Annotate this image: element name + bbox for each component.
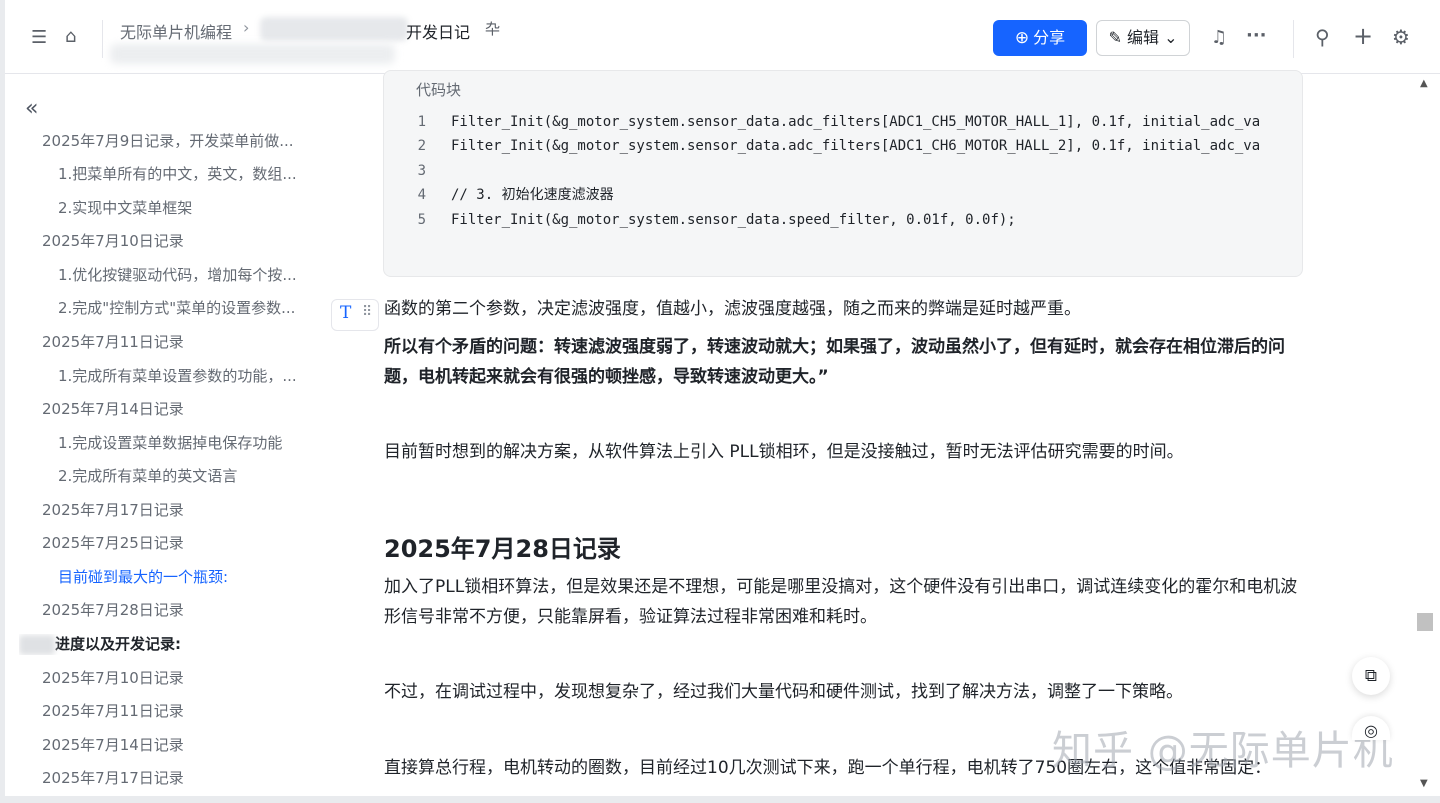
redacted-text xyxy=(19,634,55,655)
toc-item[interactable]: 2025年7月11日记录 xyxy=(42,332,307,352)
toc-item[interactable]: 1.优化按键驱动代码，增加每个按... xyxy=(58,265,308,285)
paragraph: 函数的第二个参数，决定滤波强度，值越小，滤波强度越强，随之而来的弊端是延时越严重… xyxy=(384,299,1081,319)
edit-button[interactable]: ✎ 编辑 ⌄ xyxy=(1096,20,1190,56)
toc-sidebar: « 2025年7月9日记录，开发菜单前做... 1.把菜单所有的中文，英文，数组… xyxy=(5,74,335,796)
divider xyxy=(102,20,103,58)
toc-item[interactable]: 2025年7月11日记录 xyxy=(42,701,307,721)
paragraph-bold: 所以有个矛盾的问题：转速滤波强度弱了，转速波动就大；如果强了，波动虽然小了，但有… xyxy=(384,337,1285,387)
breadcrumb-root[interactable]: 无际单片机编程 xyxy=(120,19,232,43)
share-label: 分享 xyxy=(1033,28,1066,47)
code-line: 5 Filter_Init(&g_motor_system.sensor_data… xyxy=(417,212,1016,228)
toc-item-active[interactable]: 目前碰到最大的一个瓶颈: xyxy=(58,567,308,587)
window-bottom-edge xyxy=(0,796,1440,803)
toc-item[interactable]: 2025年7月10日记录 xyxy=(42,231,307,251)
pin-icon[interactable]: 卆 xyxy=(485,18,500,39)
toc-item[interactable]: 1.完成所有菜单设置参数的功能，... xyxy=(58,366,308,386)
toc-section-label: 进度以及开发记录: xyxy=(55,635,181,653)
pencil-icon: ✎ xyxy=(1108,28,1122,47)
collapse-icon[interactable]: « xyxy=(25,96,38,121)
paragraph: 加入了PLL锁相环算法，但是效果还是不理想，可能是哪里没搞对，这个硬件没有引出串… xyxy=(384,577,1298,627)
toc-item[interactable]: 2025年7月28日记录 xyxy=(42,600,307,620)
scroll-down-arrow[interactable]: ▼ xyxy=(1420,778,1428,789)
toc-item[interactable]: 2025年7月17日记录 xyxy=(42,500,307,520)
toc-item[interactable]: 2.实现中文菜单框架 xyxy=(58,198,308,218)
gear-icon[interactable]: ⚙ xyxy=(1392,27,1410,47)
chevron-right-icon: › xyxy=(243,18,250,37)
code-line: 2 Filter_Init(&g_motor_system.sensor_data… xyxy=(417,138,1261,154)
scrollbar-thumb[interactable] xyxy=(1417,613,1433,631)
search-icon[interactable]: ⚲ xyxy=(1315,27,1330,47)
edit-label: 编辑 xyxy=(1126,28,1159,47)
toc-item[interactable]: 2.完成所有菜单的英文语言 xyxy=(58,466,308,486)
code-block[interactable]: 代码块 1 Filter_Init(&g_motor_system.sensor_… xyxy=(383,70,1303,277)
paragraph: 不过，在调试过程中，发现想复杂了，经过我们大量代码和硬件测试，找到了解决方法，调… xyxy=(384,682,1183,702)
section-heading: 2025年7月28日记录 xyxy=(384,535,621,563)
doc-title: 开发日记 xyxy=(406,23,471,42)
block-type-handle[interactable]: T ⠿ xyxy=(331,299,379,331)
bell-icon[interactable]: ♫ xyxy=(1211,28,1227,48)
globe-icon: ⊕ xyxy=(1014,28,1030,48)
divider xyxy=(1293,20,1294,58)
chevron-down-icon: ⌄ xyxy=(1164,28,1178,47)
watermark: 知乎 @无际单片机 xyxy=(1052,728,1394,774)
toc-item[interactable]: 2.完成"控制方式"菜单的设置参数... xyxy=(58,298,308,318)
subtitle-redacted xyxy=(110,44,395,64)
toc-item[interactable]: 2025年7月10日记录 xyxy=(42,668,307,688)
drag-handle-icon[interactable]: ⠿ xyxy=(362,304,372,320)
toc-item[interactable]: 2025年7月17日记录 xyxy=(42,768,307,788)
code-line: 1 Filter_Init(&g_motor_system.sensor_data… xyxy=(417,114,1261,130)
code-line: 3 xyxy=(417,163,426,179)
scroll-up-arrow[interactable]: ▲ xyxy=(1420,78,1428,89)
plus-icon[interactable]: + xyxy=(1353,24,1373,48)
code-line: 4// 3. 初始化速度滤波器 xyxy=(417,187,614,203)
breadcrumb-redacted xyxy=(260,17,408,41)
copy-icon[interactable]: ⧉ xyxy=(1352,657,1390,695)
toc-item-section[interactable]: 进度以及开发记录: xyxy=(19,634,299,655)
code-block-caption: 代码块 xyxy=(416,81,462,99)
paragraph: 目前暂时想到的解决方案，从软件算法上引入 PLL锁相环，但是没接触过，暂时无法评… xyxy=(384,442,1184,462)
toc-item[interactable]: 2025年7月14日记录 xyxy=(42,399,307,419)
toc-item[interactable]: 2025年7月25日记录 xyxy=(42,533,307,553)
text-type-icon: T xyxy=(340,303,352,323)
toc-item[interactable]: 2025年7月9日记录，开发菜单前做... xyxy=(42,131,307,151)
toc-toggle-icon[interactable]: ☰ xyxy=(31,28,47,48)
share-button[interactable]: ⊕ 分享 xyxy=(993,20,1087,56)
toc-item[interactable]: 1.完成设置菜单数据掉电保存功能 xyxy=(58,433,308,453)
more-icon[interactable]: ··· xyxy=(1246,26,1267,46)
scrollbar[interactable] xyxy=(1416,74,1434,796)
toc-item[interactable]: 2025年7月14日记录 xyxy=(42,735,307,755)
top-bar: ☰ ⌂ 无际单片机编程 › 开发日记 卆 ⊕ 分享 ✎ 编辑 ⌄ ♫ ··· ⚲ … xyxy=(5,0,1440,74)
home-icon[interactable]: ⌂ xyxy=(65,27,76,47)
toc-item[interactable]: 1.把菜单所有的中文，英文，数组... xyxy=(58,164,308,184)
